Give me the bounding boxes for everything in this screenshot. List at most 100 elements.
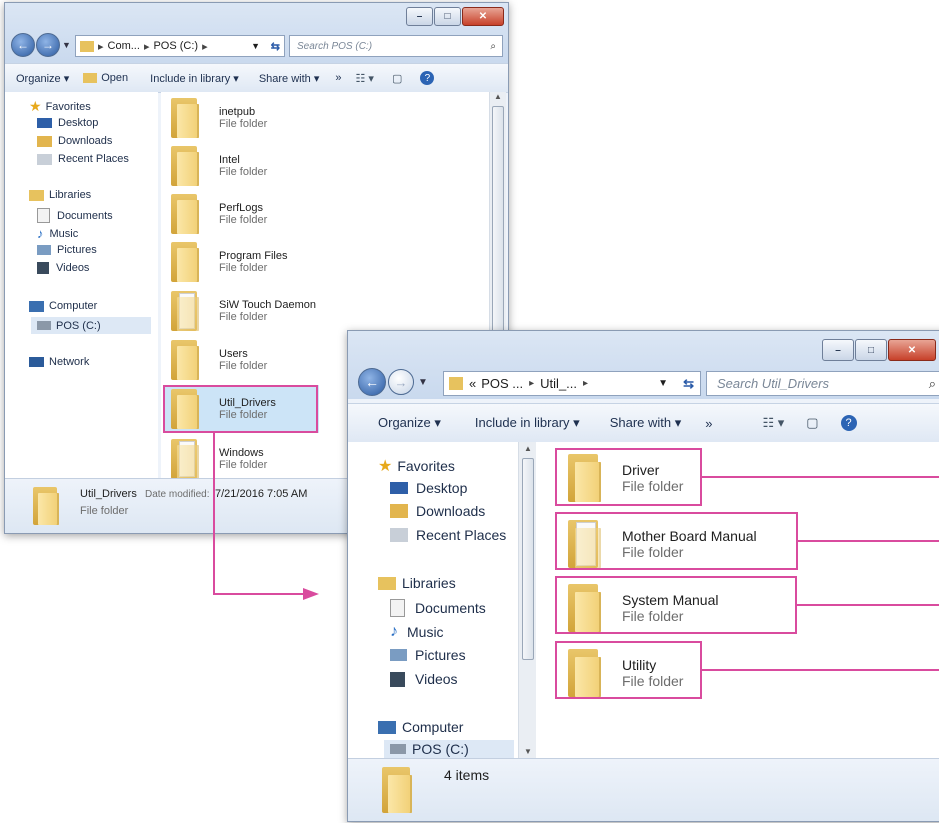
maximize-button[interactable]: □ [434,7,461,26]
search-input[interactable]: Search Util_Drivers ⌕ [706,371,939,396]
address-dropdown-icon[interactable]: ▼ [658,378,668,389]
nav-desktop[interactable]: Desktop [390,480,467,496]
forward-arrow-icon[interactable]: → [388,369,414,395]
list-item[interactable]: SiW Touch Daemon File folder [167,287,316,335]
highlight-mother-board-manual [555,512,798,570]
nav-music[interactable]: ♪ Music [37,226,78,241]
command-bar: Organize ▾ Include in library ▾ Share wi… [348,403,939,443]
nav-libraries[interactable]: Libraries [378,575,456,591]
organize-button[interactable]: Organize ▾ [378,415,441,431]
search-icon[interactable]: ⌕ [929,376,936,392]
include-in-library-button[interactable]: Include in library ▾ [475,415,580,431]
nav-pos-drive[interactable]: POS (C:) [31,317,151,334]
scrollbar-thumb[interactable] [522,458,534,660]
navigation-pane: ★ Favorites Desktop Downloads Recent Plac… [348,442,518,758]
preview-pane-icon[interactable]: ▢ [806,415,818,431]
connector-mother-board-manual [797,540,939,542]
help-icon[interactable]: ? [420,71,435,85]
open-folder-icon [83,73,98,83]
nav-documents[interactable]: Documents [37,208,113,223]
search-input[interactable]: Search POS (C:) ⌕ [289,35,503,57]
folder-icon [167,240,203,284]
nav-libraries[interactable]: Libraries [29,189,91,201]
list-item[interactable]: Intel File folder [167,142,267,190]
scroll-up-icon[interactable]: ▲ [524,444,532,453]
refresh-icon[interactable]: ⇆ [683,376,694,392]
nav-desktop[interactable]: Desktop [37,117,98,129]
connector-driver [701,476,939,478]
back-arrow-icon[interactable]: ← [358,368,386,396]
highlight-driver [555,448,702,506]
organize-button[interactable]: Organize ▾ [16,72,69,85]
scroll-up-icon[interactable]: ▲ [494,92,502,101]
computer-icon [29,300,44,312]
nav-vertical-scrollbar[interactable]: ▲ ▼ [518,442,536,758]
address-bar[interactable]: « POS ... ▸ Util_... ▸ ▼ ⇆ [443,371,701,396]
more-commands-button[interactable]: » [335,72,341,84]
drive-icon [37,321,51,330]
preview-pane-icon[interactable]: ▢ [392,72,402,85]
nav-network[interactable]: Network [29,356,89,368]
nav-recent-places[interactable]: Recent Places [390,527,506,543]
item-count: 4 items [444,767,490,783]
view-options-icon[interactable]: ☷ ▾ [356,72,374,85]
highlight-system-manual [555,576,797,634]
search-icon[interactable]: ⌕ [490,41,496,52]
nav-recent-places[interactable]: Recent Places [37,153,129,165]
folder-icon [80,40,94,52]
nav-computer[interactable]: Computer [378,719,463,735]
nav-computer[interactable]: Computer [29,300,97,312]
scrollbar-thumb[interactable] [492,106,504,363]
nav-music[interactable]: ♪ Music [390,623,444,641]
nav-pos-drive[interactable]: POS (C:) [384,740,514,758]
pictures-icon [390,649,407,661]
breadcrumb-pos-drive[interactable]: POS (C:) [153,40,198,52]
folder-icon [167,144,203,188]
list-item[interactable]: inetpub File folder [167,94,267,142]
breadcrumb-pos-drive[interactable]: POS ... [481,376,523,391]
minimize-button[interactable]: – [406,7,433,26]
folder-icon [167,289,203,333]
nav-pictures[interactable]: Pictures [390,647,466,663]
nav-favorites[interactable]: ★ Favorites [378,456,455,476]
list-item[interactable]: PerfLogs File folder [167,190,267,238]
open-button[interactable]: Open [83,72,128,84]
nav-videos[interactable]: Videos [390,671,458,687]
scroll-down-icon[interactable]: ▼ [524,747,532,756]
address-bar[interactable]: ▸ Com... ▸ POS (C:) ▸ ▼ ⇆ [75,35,285,57]
nav-downloads[interactable]: Downloads [37,135,112,147]
minimize-button[interactable]: – [822,339,854,361]
view-options-icon[interactable]: ☷ ▾ [762,415,784,431]
connector-vertical [213,432,215,595]
nav-favorites[interactable]: ★ Favorites [29,98,91,115]
recent-pages-chevron-icon[interactable]: ▼ [418,377,428,388]
nav-pictures[interactable]: Pictures [37,244,97,256]
folder-icon [449,377,463,390]
more-commands-button[interactable]: » [705,416,712,431]
include-in-library-button[interactable]: Include in library ▾ [150,72,239,85]
list-item[interactable]: Users File folder [167,336,267,384]
share-with-button[interactable]: Share with ▾ [259,72,320,85]
maximize-button[interactable]: □ [855,339,887,361]
refresh-icon[interactable]: ⇆ [271,40,280,53]
folder-icon [167,96,203,140]
help-icon[interactable]: ? [840,415,857,431]
close-button[interactable]: ✕ [888,339,936,361]
connector-utility [701,669,939,671]
downloads-icon [37,135,52,147]
close-button[interactable]: ✕ [462,7,504,26]
forward-arrow-icon[interactable]: → [36,33,60,57]
recent-pages-chevron-icon[interactable]: ▼ [62,40,71,50]
breadcrumb-util-drivers[interactable]: Util_... [540,376,577,391]
share-with-button[interactable]: Share with ▾ [610,415,682,431]
nav-downloads[interactable]: Downloads [390,503,485,519]
address-dropdown-icon[interactable]: ▼ [251,41,260,51]
list-item[interactable]: Windows File folder [167,435,267,483]
list-item[interactable]: Program Files File folder [167,238,287,286]
nav-documents[interactable]: Documents [390,599,486,617]
back-arrow-icon[interactable]: ← [11,33,35,57]
breadcrumb-computer[interactable]: Com... [108,40,140,52]
star-icon: ★ [29,98,42,114]
nav-videos[interactable]: Videos [37,262,89,274]
breadcrumb-overflow[interactable]: « [469,376,476,391]
